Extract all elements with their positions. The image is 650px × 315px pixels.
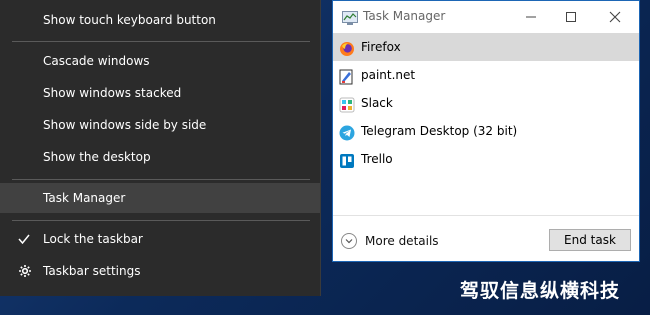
menu-item-side-by-side[interactable]: Show windows side by side <box>0 110 320 140</box>
firefox-icon <box>339 39 355 56</box>
title-bar[interactable]: Task Manager <box>333 1 639 33</box>
app-row-telegram[interactable]: Telegram Desktop (32 bit) <box>333 117 639 145</box>
task-manager-window: Task Manager Firefox paint.net Slack Tel… <box>332 0 640 262</box>
end-task-button[interactable]: End task <box>549 229 631 251</box>
menu-item-show-windows-stacked[interactable]: Show windows stacked <box>0 78 320 108</box>
more-details-button[interactable]: More details <box>341 231 439 251</box>
app-name: paint.net <box>361 68 416 82</box>
close-button[interactable] <box>605 7 625 27</box>
gear-icon <box>18 256 32 298</box>
menu-separator <box>12 41 310 42</box>
close-icon <box>609 11 621 23</box>
paintnet-icon <box>339 67 355 85</box>
menu-item-cascade-windows[interactable]: Cascade windows <box>0 46 320 76</box>
menu-separator <box>12 179 310 180</box>
app-row-firefox[interactable]: Firefox <box>333 33 639 61</box>
watermark-text: 驾驭信息纵横科技 <box>460 280 621 302</box>
more-details-label: More details <box>365 234 439 248</box>
task-manager-footer: More details End task <box>333 215 639 262</box>
app-name: Trello <box>361 152 393 166</box>
window-title: Task Manager <box>363 9 446 23</box>
trello-icon <box>339 151 355 168</box>
menu-item-taskbar-settings[interactable]: Taskbar settings <box>0 256 320 286</box>
menu-item-show-touch-keyboard[interactable]: Show touch keyboard button <box>0 5 320 35</box>
app-name: Slack <box>361 96 393 110</box>
menu-item-label: Show windows stacked <box>43 86 182 100</box>
maximize-button[interactable] <box>561 7 581 27</box>
menu-item-label: Task Manager <box>43 191 126 205</box>
app-name: Firefox <box>361 40 401 54</box>
menu-separator <box>12 220 310 221</box>
menu-item-label: Show touch keyboard button <box>43 13 216 27</box>
menu-item-label: Show the desktop <box>43 150 151 164</box>
chevron-down-icon <box>341 233 357 249</box>
taskbar-context-menu: Show touch keyboard button Cascade windo… <box>0 0 321 296</box>
minimize-button[interactable] <box>521 7 541 27</box>
task-manager-icon <box>342 10 358 29</box>
menu-item-show-desktop[interactable]: Show the desktop <box>0 142 320 172</box>
app-name: Telegram Desktop (32 bit) <box>361 124 518 138</box>
menu-item-lock-taskbar[interactable]: Lock the taskbar <box>0 224 320 254</box>
menu-item-label: Lock the taskbar <box>43 232 143 246</box>
slack-icon <box>339 95 355 113</box>
menu-item-label: Show windows side by side <box>43 118 207 132</box>
menu-item-label: Taskbar settings <box>43 264 141 278</box>
menu-item-label: Cascade windows <box>43 54 150 68</box>
app-row-slack[interactable]: Slack <box>333 89 639 117</box>
menu-item-task-manager[interactable]: Task Manager <box>0 183 320 213</box>
app-row-paintnet[interactable]: paint.net <box>333 61 639 89</box>
telegram-icon <box>339 123 355 141</box>
app-row-trello[interactable]: Trello <box>333 145 639 173</box>
